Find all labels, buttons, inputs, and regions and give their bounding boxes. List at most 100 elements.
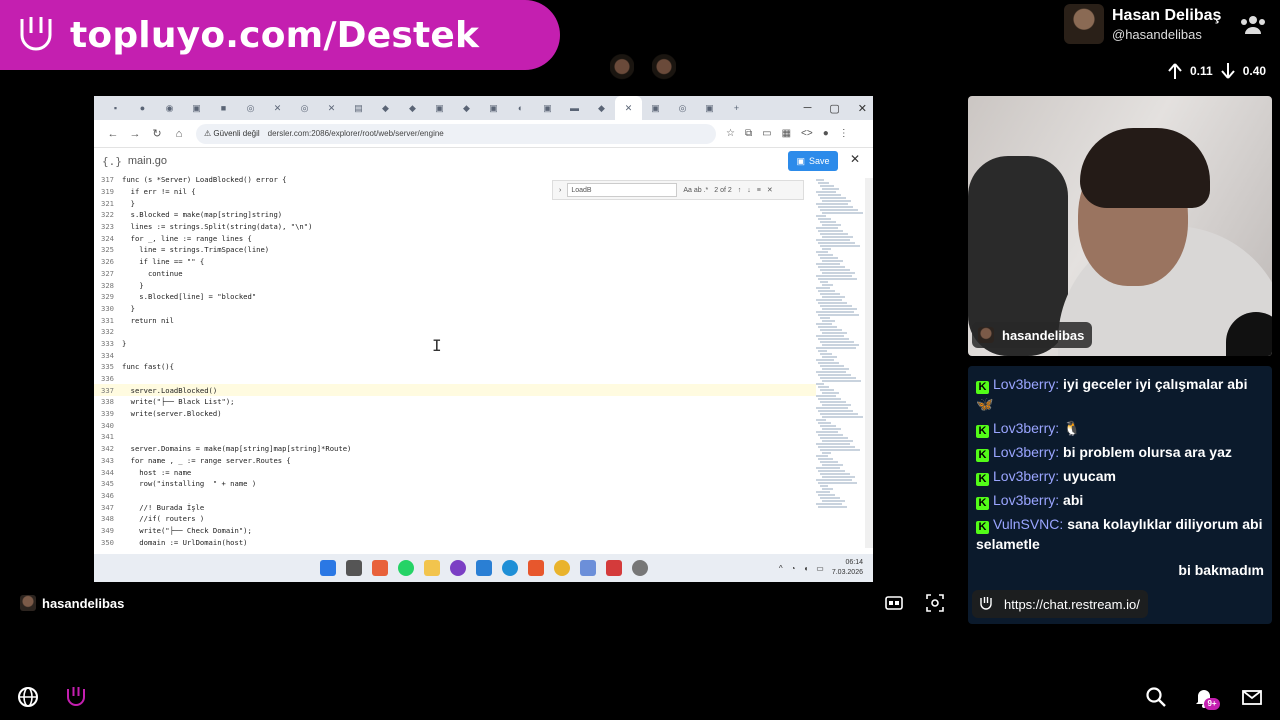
wifi-icon[interactable]: ◔: [791, 564, 796, 573]
chat-username[interactable]: Lov3berry:: [993, 444, 1063, 460]
whatsapp-icon[interactable]: [397, 560, 414, 576]
volume-icon[interactable]: ◖: [803, 564, 808, 573]
code-line[interactable]: 326 if line == "" {: [94, 256, 816, 268]
arrow-up-icon[interactable]: ↑: [738, 187, 742, 194]
code-line[interactable]: 322 s.Blocked = make(map[string]string): [94, 209, 816, 221]
tab[interactable]: ✕: [318, 96, 345, 120]
chat-username[interactable]: Lov3berry:: [993, 468, 1063, 484]
app-icon[interactable]: [579, 560, 596, 576]
tab[interactable]: ◎: [669, 96, 696, 120]
code-line[interactable]: 340: [94, 419, 816, 431]
menu-icon[interactable]: ⋮: [839, 128, 849, 139]
avatar[interactable]: [1064, 4, 1104, 44]
tab[interactable]: ▣: [642, 96, 669, 120]
chat-link[interactable]: https://chat.restream.io/: [972, 590, 1148, 618]
taskview-icon[interactable]: [345, 560, 362, 576]
tab[interactable]: ◐: [507, 96, 534, 120]
minimap[interactable]: [816, 178, 864, 548]
close-editor-icon[interactable]: ✕: [850, 152, 860, 166]
arrow-down-icon[interactable]: ↓: [747, 187, 751, 194]
app-icon[interactable]: [449, 560, 466, 576]
code-line[interactable]: 336: [94, 373, 816, 385]
code-line[interactable]: 342 server.Domains = make(map[string]map…: [94, 443, 816, 455]
devtools-icon[interactable]: <>: [801, 128, 813, 139]
code-line[interactable]: 338 write("├── Black List");: [94, 396, 816, 408]
reload-icon[interactable]: ↻: [146, 127, 168, 140]
start-icon[interactable]: [319, 560, 336, 576]
star-icon[interactable]: ☆: [726, 128, 735, 139]
forward-icon[interactable]: →: [124, 128, 146, 140]
code-line[interactable]: 325 line = strings.TrimSpace(line): [94, 244, 816, 256]
find-input[interactable]: LoadB: [567, 183, 678, 197]
code-line[interactable]: 327 continue: [94, 268, 816, 280]
vscode-icon[interactable]: [475, 560, 492, 576]
code-line[interactable]: 345 row("installing " + name ): [94, 478, 816, 490]
code-line[interactable]: 349 write("├── Check Domain");: [94, 525, 816, 537]
url-field[interactable]: ⚠ Güvenli değil dersler.com:2086/explore…: [196, 123, 716, 144]
list-icon[interactable]: ≡: [757, 187, 761, 194]
extensions-icon[interactable]: ⧉: [745, 128, 752, 139]
chat-username[interactable]: VulnSVNC:: [993, 516, 1067, 532]
tab[interactable]: ◆: [453, 96, 480, 120]
tab[interactable]: ■: [210, 96, 237, 120]
code-line[interactable]: 330 }: [94, 303, 816, 315]
profile-card[interactable]: Hasan Delibaş @hasandelibas: [1064, 4, 1221, 44]
find-options[interactable]: Aa ab .*: [683, 187, 708, 194]
code-line[interactable]: 331 return nil: [94, 314, 816, 326]
app-icon[interactable]: [631, 560, 648, 576]
tab[interactable]: ▪: [102, 96, 129, 120]
save-button[interactable]: ▣ Save: [788, 151, 838, 171]
battery-icon[interactable]: ▭: [816, 564, 824, 573]
code-line[interactable]: 341: [94, 431, 816, 443]
cast-icon[interactable]: ▭: [762, 128, 771, 139]
back-icon[interactable]: ←: [102, 128, 124, 140]
tab[interactable]: ◆: [399, 96, 426, 120]
chat-username[interactable]: Lov3berry:: [993, 420, 1063, 436]
code-line[interactable]: 335 func fast(){: [94, 361, 816, 373]
code-line[interactable]: 348 //if( routers ): [94, 513, 816, 525]
code-line[interactable]: 350 domain := UrlDomain(host): [94, 536, 816, 548]
tab[interactable]: ▤: [345, 96, 372, 120]
code-line[interactable]: 344 host := name: [94, 466, 816, 478]
mail-icon[interactable]: [1241, 686, 1263, 708]
search-icon[interactable]: [1145, 686, 1167, 708]
chat-username[interactable]: Lov3berry:: [993, 492, 1063, 508]
app-icon[interactable]: [371, 560, 388, 576]
app-icon[interactable]: [605, 560, 622, 576]
tab[interactable]: ✕: [264, 96, 291, 120]
folder-icon[interactable]: [423, 560, 440, 576]
globe-icon[interactable]: [17, 686, 39, 708]
home-icon[interactable]: ⌂: [168, 128, 190, 140]
apps-icon[interactable]: ▦: [782, 128, 791, 139]
tab[interactable]: ▣: [183, 96, 210, 120]
tab[interactable]: ▣: [534, 96, 561, 120]
topluyo-logo-icon[interactable]: [65, 686, 87, 708]
tab[interactable]: ▣: [696, 96, 723, 120]
code-line[interactable]: 328 }: [94, 279, 816, 291]
chevron-up-icon[interactable]: ^: [779, 564, 783, 573]
code-line[interactable]: 332: [94, 326, 816, 338]
code-line[interactable]: 347 //! Burada İşle: [94, 501, 816, 513]
edge-icon[interactable]: [501, 560, 518, 576]
code-line[interactable]: 337 server.LoadBlocked(): [94, 384, 816, 397]
tab[interactable]: ▣: [480, 96, 507, 120]
close-icon[interactable]: ✕: [858, 102, 867, 115]
tab[interactable]: ◆: [372, 96, 399, 120]
captions-icon[interactable]: [885, 594, 903, 612]
close-icon[interactable]: ✕: [767, 186, 773, 194]
clock[interactable]: 06:14 7.03.2026: [832, 558, 863, 578]
tab[interactable]: ◆: [588, 96, 615, 120]
tab[interactable]: ◉: [156, 96, 183, 120]
new-tab-button[interactable]: +: [723, 96, 750, 120]
code-line[interactable]: 346: [94, 490, 816, 502]
code-line[interactable]: 334: [94, 349, 816, 361]
account-icon[interactable]: ●: [823, 128, 829, 139]
code-line[interactable]: 333}: [94, 338, 816, 350]
minimize-icon[interactable]: ─: [804, 102, 812, 114]
maximize-icon[interactable]: ▢: [829, 102, 839, 115]
tab[interactable]: ◎: [237, 96, 264, 120]
tab[interactable]: ●: [129, 96, 156, 120]
tab[interactable]: ▬: [561, 96, 588, 120]
tab[interactable]: ◎: [291, 96, 318, 120]
code-line[interactable]: 343 for name , _ := range server.Routes …: [94, 455, 816, 467]
